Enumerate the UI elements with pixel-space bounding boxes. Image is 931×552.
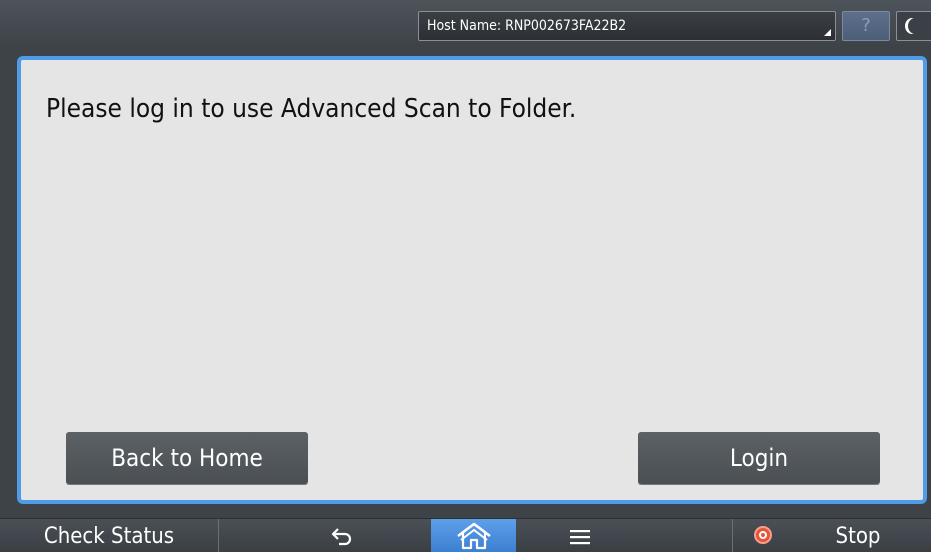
help-icon: ?: [861, 15, 871, 36]
stop-icon-button[interactable]: [732, 519, 793, 552]
menu-icon: [570, 530, 590, 545]
resize-corner-icon: [824, 29, 831, 36]
moon-icon: [908, 18, 922, 34]
home-button[interactable]: [431, 519, 516, 552]
back-button[interactable]: [312, 519, 372, 552]
printer-panel-screen: Host Name: RNP002673FA22B2 ? Please log …: [0, 0, 931, 552]
login-required-dialog: Please log in to use Advanced Scan to Fo…: [17, 56, 927, 504]
host-name-label: Host Name: RNP002673FA22B2: [427, 18, 627, 34]
login-button[interactable]: Login: [638, 432, 880, 484]
top-status-bar: Host Name: RNP002673FA22B2 ?: [0, 0, 931, 44]
stop-button[interactable]: Stop: [818, 519, 898, 552]
stop-icon: [754, 526, 772, 544]
home-icon: [456, 522, 491, 550]
energy-saver-button[interactable]: [896, 11, 931, 41]
undo-arrow-icon: [331, 528, 352, 546]
help-button[interactable]: ?: [842, 11, 890, 41]
menu-button[interactable]: [550, 519, 610, 552]
check-status-button[interactable]: Check Status: [0, 519, 219, 552]
host-name-display[interactable]: Host Name: RNP002673FA22B2: [418, 11, 836, 41]
back-to-home-button[interactable]: Back to Home: [66, 432, 308, 484]
bottom-navigation-bar: Check Status Stop: [0, 518, 931, 552]
dialog-message: Please log in to use Advanced Scan to Fo…: [46, 94, 577, 124]
